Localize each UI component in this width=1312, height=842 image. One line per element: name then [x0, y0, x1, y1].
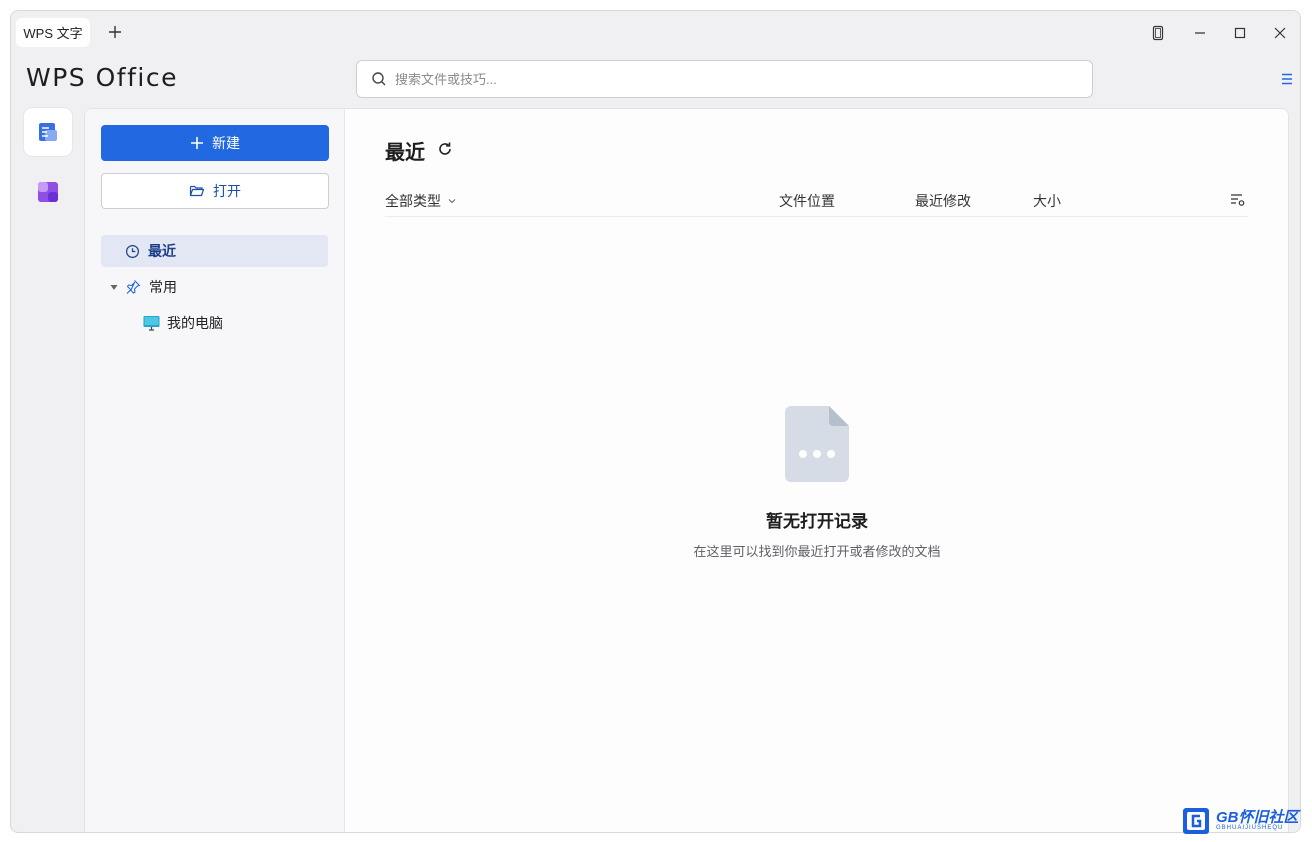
- main-menu-button[interactable]: [1277, 69, 1297, 89]
- minimize-icon: [1195, 32, 1205, 34]
- new-button-label: 新建: [212, 135, 240, 151]
- type-filter-label: 全部类型: [385, 193, 441, 209]
- app-window: WPS 文字 WPS Office 搜索文件或技巧... 新建 打开 最近 常用…: [10, 10, 1301, 833]
- nav-item-common-label: 常用: [149, 279, 177, 295]
- empty-state-title: 暂无打开记录: [766, 512, 868, 531]
- new-tab-button[interactable]: [103, 20, 127, 44]
- watermark-g-icon: [1183, 808, 1209, 834]
- type-filter-dropdown[interactable]: 全部类型: [385, 191, 457, 211]
- clock-icon: [125, 244, 140, 258]
- search-input[interactable]: [395, 71, 995, 87]
- rail-apps-button[interactable]: [24, 168, 72, 216]
- plus-icon: [109, 26, 121, 38]
- list-settings-icon: [1231, 194, 1245, 206]
- refresh-icon: [439, 142, 451, 155]
- nav-item-recent[interactable]: 最近: [101, 235, 328, 267]
- close-button[interactable]: [1267, 20, 1293, 46]
- wps-office-logo: WPS Office: [26, 63, 178, 92]
- pin-icon: [126, 280, 141, 294]
- column-header-location[interactable]: 文件位置: [779, 191, 835, 211]
- caret-down-icon: [110, 285, 118, 290]
- column-header-modified[interactable]: 最近修改: [915, 191, 971, 211]
- chevron-down-icon: [448, 199, 456, 204]
- monitor-icon: [143, 316, 160, 331]
- header-divider: [385, 216, 1248, 217]
- search-box[interactable]: [356, 60, 1093, 98]
- watermark-logo: GB怀旧社区 GBHUAIJIUSHEQU: [1182, 806, 1304, 836]
- tablet-icon: [1152, 25, 1164, 41]
- open-button[interactable]: 打开: [101, 173, 329, 209]
- new-button[interactable]: 新建: [101, 125, 329, 161]
- tab-label: WPS 文字: [23, 26, 83, 41]
- open-button-label: 打开: [213, 183, 241, 199]
- empty-state-subtitle: 在这里可以找到你最近打开或者修改的文档: [693, 544, 941, 559]
- rail-documents-button[interactable]: [24, 108, 72, 156]
- apps-cube-icon: [38, 182, 58, 202]
- empty-file-icon: [785, 406, 849, 482]
- navigation-panel: 新建 打开 最近 常用 我的电脑: [85, 109, 345, 832]
- plus-icon: [191, 137, 203, 149]
- maximize-button[interactable]: [1227, 20, 1253, 46]
- nav-item-my-computer[interactable]: 我的电脑: [143, 307, 329, 339]
- maximize-icon: [1234, 27, 1246, 39]
- minimize-button[interactable]: [1187, 20, 1213, 46]
- main-card: 新建 打开 最近 常用 我的电脑 最近 全部类型 文件位置 最近修改 大小 暂无…: [84, 108, 1289, 832]
- hamburger-menu-icon: [1282, 73, 1292, 85]
- tablet-mode-button[interactable]: [1145, 20, 1171, 46]
- close-icon: [1274, 27, 1286, 39]
- column-settings-button[interactable]: [1229, 191, 1247, 209]
- document-app-icon: [39, 123, 57, 141]
- document-tab[interactable]: WPS 文字: [16, 18, 90, 47]
- refresh-button[interactable]: [435, 139, 455, 159]
- column-header-size[interactable]: 大小: [1033, 191, 1061, 211]
- page-title: 最近: [385, 142, 425, 164]
- folder-open-icon: [189, 185, 205, 197]
- nav-item-recent-label: 最近: [148, 243, 176, 259]
- content-area: 最近 全部类型 文件位置 最近修改 大小 暂无打开记录 在这里可以找到你最近打开…: [345, 109, 1288, 832]
- nav-item-common[interactable]: 常用: [109, 271, 329, 303]
- nav-item-my-computer-label: 我的电脑: [167, 315, 223, 331]
- watermark-title: GB怀旧社区: [1216, 809, 1299, 826]
- search-icon: [372, 72, 386, 86]
